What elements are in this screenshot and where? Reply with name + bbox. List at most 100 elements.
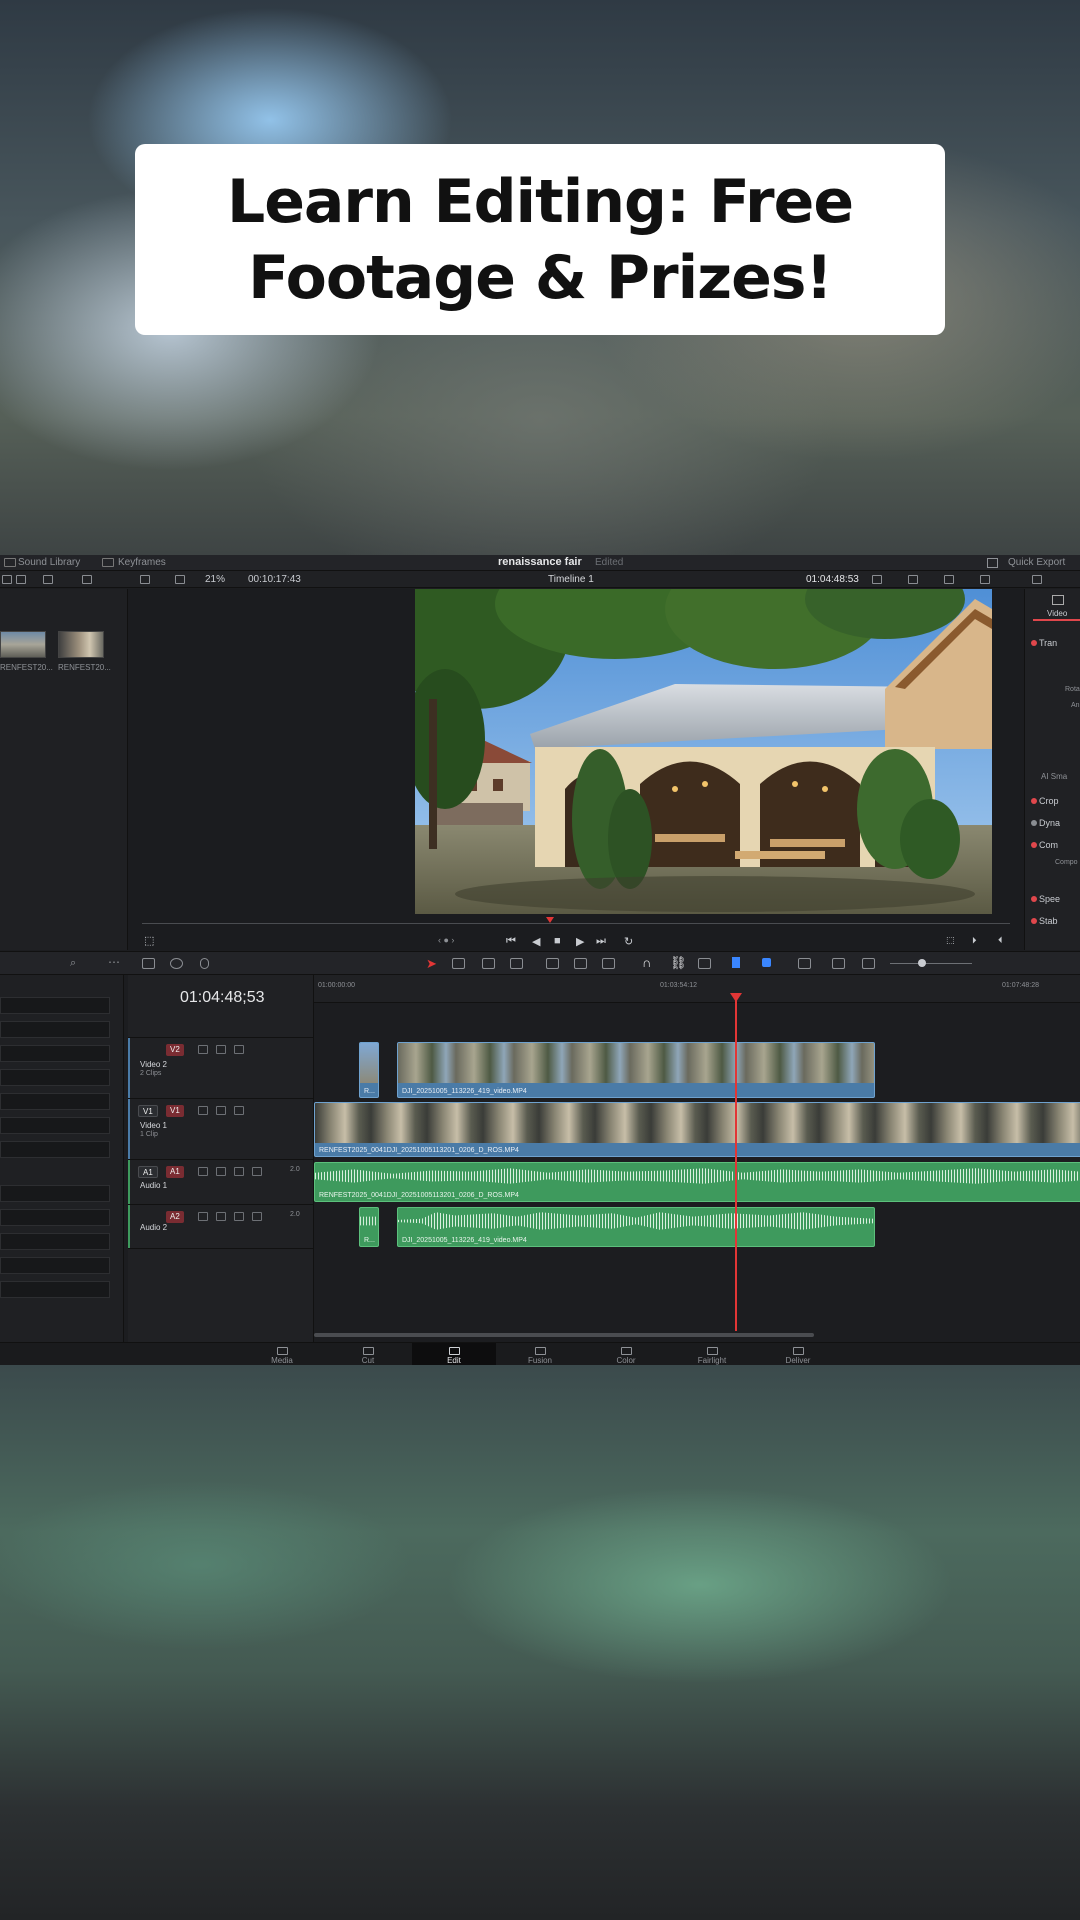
crop-tool-icon[interactable] [944, 575, 954, 584]
page-tab-fairlight[interactable]: Fairlight [670, 1343, 754, 1365]
track-visibility-icon[interactable] [234, 1045, 244, 1054]
custom-zoom-icon[interactable] [862, 958, 875, 969]
inspector-ai-smart[interactable]: AI Sma [1041, 772, 1067, 781]
marker-icon[interactable] [762, 958, 771, 967]
viewer-options-icon[interactable]: ⬚ [144, 934, 154, 947]
timeline-playhead[interactable] [735, 993, 737, 1331]
panel-field[interactable] [0, 1257, 110, 1274]
search-icon[interactable]: ⌕ [70, 957, 76, 970]
track-badge[interactable]: V2 [166, 1044, 184, 1056]
zoom-level[interactable]: 21% [205, 574, 225, 585]
panel-field[interactable] [0, 1185, 110, 1202]
auto-select-icon[interactable] [216, 1167, 226, 1176]
stabilization-enable-dot[interactable] [1031, 918, 1037, 924]
inspector-transform[interactable]: Tran [1039, 638, 1057, 648]
viewer-option-icon[interactable] [872, 575, 882, 584]
blade-tool-icon[interactable] [510, 958, 523, 969]
trim-tool-icon[interactable] [452, 958, 465, 969]
panel-field[interactable] [0, 1069, 110, 1086]
panel-field[interactable] [0, 1233, 110, 1250]
inspector-speed[interactable]: Spee [1039, 894, 1060, 904]
source-patch-badge[interactable]: V1 [138, 1105, 158, 1117]
sort-icon[interactable] [82, 575, 92, 584]
transform-enable-dot[interactable] [1031, 640, 1037, 646]
stop-icon[interactable]: ■ [554, 935, 561, 947]
page-tab-cut[interactable]: Cut [326, 1343, 410, 1365]
keyframes-icon[interactable] [102, 558, 114, 567]
video-clip[interactable]: RENFEST2025_0041DJI_20251005113201_0206_… [314, 1102, 1080, 1157]
timeline-horizontal-scrollbar[interactable] [314, 1333, 814, 1337]
reverse-play-icon[interactable]: ◀ [532, 935, 540, 948]
more-options-icon[interactable]: ⋯ [108, 955, 120, 969]
media-clip-thumbnail-1[interactable] [0, 631, 46, 658]
track-badge[interactable]: V1 [166, 1105, 184, 1117]
panel-field[interactable] [0, 997, 110, 1014]
panel-field[interactable] [0, 1141, 110, 1158]
video-clip[interactable]: R... [359, 1042, 379, 1098]
auto-select-icon[interactable] [216, 1106, 226, 1115]
zoom-slider-handle[interactable] [918, 959, 926, 967]
list-view-icon[interactable] [16, 575, 26, 584]
inspector-video-tab[interactable]: Video [1047, 609, 1067, 618]
replace-clip-icon[interactable] [602, 958, 615, 969]
track-badge[interactable]: A2 [166, 1211, 184, 1223]
flag-icon[interactable] [732, 957, 740, 968]
insert-clip-icon[interactable] [546, 958, 559, 969]
track-badge[interactable]: A1 [166, 1166, 184, 1178]
detail-zoom-icon[interactable] [832, 958, 845, 969]
mute-icon[interactable] [252, 1212, 262, 1221]
selection-tool-icon[interactable]: ➤ [426, 956, 437, 972]
viewer-scrubber[interactable] [128, 917, 1024, 929]
quick-export-icon[interactable] [987, 558, 998, 568]
panel-field[interactable] [0, 1045, 110, 1062]
linked-selection-icon[interactable]: ⛓ [670, 955, 687, 971]
grid-view-icon[interactable] [2, 575, 12, 584]
transform-icon[interactable] [908, 575, 918, 584]
crop-enable-dot[interactable] [1031, 798, 1037, 804]
timeline-ruler[interactable]: 01:00:00:00 01:03:54:12 01:07:48:28 [314, 975, 1080, 1003]
overwrite-clip-icon[interactable] [574, 958, 587, 969]
video-tab-icon[interactable] [1052, 595, 1064, 605]
match-frame-icon[interactable]: ⬚ [946, 935, 955, 946]
inspector-toggle-icon[interactable] [1032, 575, 1042, 584]
media-clip-thumbnail-2[interactable] [58, 631, 104, 658]
dynamic-zoom-enable-dot[interactable] [1031, 820, 1037, 826]
search-icon[interactable] [43, 575, 53, 584]
audio-clip[interactable]: DJI_20251005_113226_419_video.MP4 [397, 1207, 875, 1247]
position-lock-icon[interactable] [698, 958, 711, 969]
timeline-view-options-icon[interactable] [142, 958, 155, 969]
sound-library-icon[interactable] [4, 558, 16, 567]
inspector-dynamic-zoom[interactable]: Dyna [1039, 818, 1060, 828]
auto-select-icon[interactable] [216, 1045, 226, 1054]
lock-track-icon[interactable] [198, 1106, 208, 1115]
page-tab-deliver[interactable]: Deliver [756, 1343, 840, 1365]
loop-icon[interactable]: ↻ [624, 935, 633, 948]
zoom-slider-track[interactable] [890, 963, 972, 964]
mute-icon[interactable] [252, 1167, 262, 1176]
clip-view-icon[interactable] [140, 575, 150, 584]
audio-clip[interactable]: R... [359, 1207, 379, 1247]
video-frame[interactable] [415, 589, 992, 914]
auto-select-icon[interactable] [216, 1212, 226, 1221]
composite-enable-dot[interactable] [1031, 842, 1037, 848]
viewer-layout-icon[interactable] [175, 575, 185, 584]
page-tab-color[interactable]: Color [584, 1343, 668, 1365]
color-picker-icon[interactable] [980, 575, 990, 584]
jog-control[interactable]: ‹ ● › [438, 935, 454, 945]
audio-clip[interactable]: RENFEST2025_0041DJI_20251005113201_0206_… [314, 1162, 1080, 1202]
full-extent-zoom-icon[interactable] [798, 958, 811, 969]
solo-icon[interactable] [234, 1212, 244, 1221]
quick-export-button[interactable]: Quick Export [1008, 557, 1065, 568]
lock-track-icon[interactable] [198, 1212, 208, 1221]
panel-field[interactable] [0, 1281, 110, 1298]
inspector-crop[interactable]: Crop [1039, 796, 1059, 806]
page-tab-fusion[interactable]: Fusion [498, 1343, 582, 1365]
timeline-selector[interactable]: Timeline 1 [548, 574, 594, 585]
panel-field[interactable] [0, 1021, 110, 1038]
panel-field[interactable] [0, 1117, 110, 1134]
page-tab-edit[interactable]: Edit [412, 1343, 496, 1365]
go-to-start-icon[interactable]: ⏮ [506, 935, 516, 948]
solo-icon[interactable] [234, 1167, 244, 1176]
lock-track-icon[interactable] [198, 1045, 208, 1054]
viewer-playhead-marker[interactable] [546, 917, 554, 923]
